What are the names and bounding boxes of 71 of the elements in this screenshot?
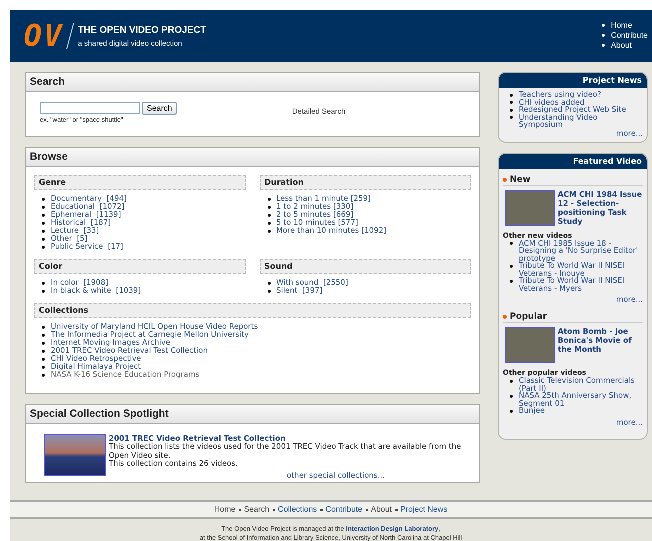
separator-icon bbox=[320, 508, 323, 512]
group-heading: Genre bbox=[34, 175, 246, 190]
bullet-icon bbox=[510, 108, 513, 112]
bullet-icon bbox=[42, 246, 45, 248]
bullet-icon bbox=[268, 222, 270, 224]
bullet-icon bbox=[42, 334, 45, 336]
photo-placeholder bbox=[505, 190, 555, 226]
bullet-icon bbox=[602, 24, 606, 26]
bullet-icon bbox=[268, 290, 270, 292]
bullet-icon bbox=[602, 34, 606, 36]
footer-link[interactable]: Search bbox=[244, 505, 270, 514]
bullet-icon bbox=[510, 280, 513, 282]
bullet-icon bbox=[510, 394, 513, 398]
bullet-icon bbox=[510, 101, 513, 104]
bullet-icon bbox=[42, 374, 45, 376]
group-heading: Sound bbox=[260, 259, 471, 274]
group-heading: Collections bbox=[34, 303, 471, 318]
bullet-icon bbox=[42, 350, 45, 352]
footer-link[interactable]: Home bbox=[214, 505, 236, 514]
panel-title: Browse bbox=[26, 148, 479, 167]
group-heading: Duration bbox=[260, 175, 471, 190]
bullet-icon bbox=[42, 342, 45, 344]
photo-placeholder bbox=[44, 434, 106, 476]
panel-title: Search bbox=[26, 73, 479, 92]
search-button[interactable]: Search bbox=[142, 102, 178, 115]
footer-link[interactable]: Project News bbox=[400, 505, 448, 514]
search-field[interactable] bbox=[40, 102, 140, 114]
header-nav-link[interactable]: About bbox=[611, 41, 632, 51]
bullet-icon bbox=[268, 206, 270, 208]
header-nav-link[interactable]: Contribute bbox=[611, 31, 648, 41]
bullet-icon bbox=[42, 198, 45, 200]
bullet-icon bbox=[268, 214, 270, 216]
footer-link[interactable]: About bbox=[371, 505, 392, 514]
bullet-icon bbox=[42, 290, 45, 292]
separator-icon bbox=[366, 508, 368, 512]
section-title: Popular bbox=[510, 312, 548, 322]
bullet-icon bbox=[268, 282, 270, 284]
site-title: THE OPEN VIDEO PROJECT bbox=[78, 24, 206, 36]
bullet-icon bbox=[602, 44, 606, 46]
box-title: Project News bbox=[499, 73, 647, 88]
bullet-icon bbox=[42, 282, 45, 284]
separator-icon bbox=[272, 508, 276, 512]
box-title: Featured Video bbox=[499, 154, 647, 168]
bullet-icon bbox=[42, 366, 45, 368]
footer-link[interactable]: Contribute bbox=[326, 505, 363, 514]
section-title: New bbox=[510, 174, 531, 184]
bullet-icon bbox=[510, 380, 513, 382]
bullet-icon bbox=[42, 214, 45, 216]
bullet-icon bbox=[42, 358, 45, 360]
bullet-icon bbox=[42, 230, 45, 232]
bullet-icon bbox=[42, 326, 45, 328]
photo-placeholder bbox=[505, 327, 555, 363]
bullet-icon bbox=[42, 222, 45, 224]
group-heading: Color bbox=[34, 259, 246, 274]
site-logo: OV bbox=[24, 18, 64, 54]
bullet-icon bbox=[503, 315, 507, 319]
separator-icon bbox=[395, 508, 398, 512]
bullet-icon bbox=[510, 264, 513, 268]
header-nav-link[interactable]: Home bbox=[611, 21, 632, 31]
bullet-icon bbox=[510, 242, 513, 245]
separator-icon bbox=[238, 508, 242, 512]
footer-link[interactable]: Collections bbox=[278, 505, 318, 514]
bullet-icon bbox=[42, 206, 45, 208]
bullet-icon bbox=[510, 116, 513, 119]
bullet-icon bbox=[268, 198, 270, 200]
bullet-icon bbox=[42, 238, 45, 240]
bullet-icon bbox=[503, 178, 507, 182]
bullet-icon bbox=[510, 94, 513, 96]
bullet-icon bbox=[510, 410, 513, 412]
panel-title: Special Collection Spotlight bbox=[26, 405, 479, 424]
bullet-icon bbox=[268, 230, 270, 232]
